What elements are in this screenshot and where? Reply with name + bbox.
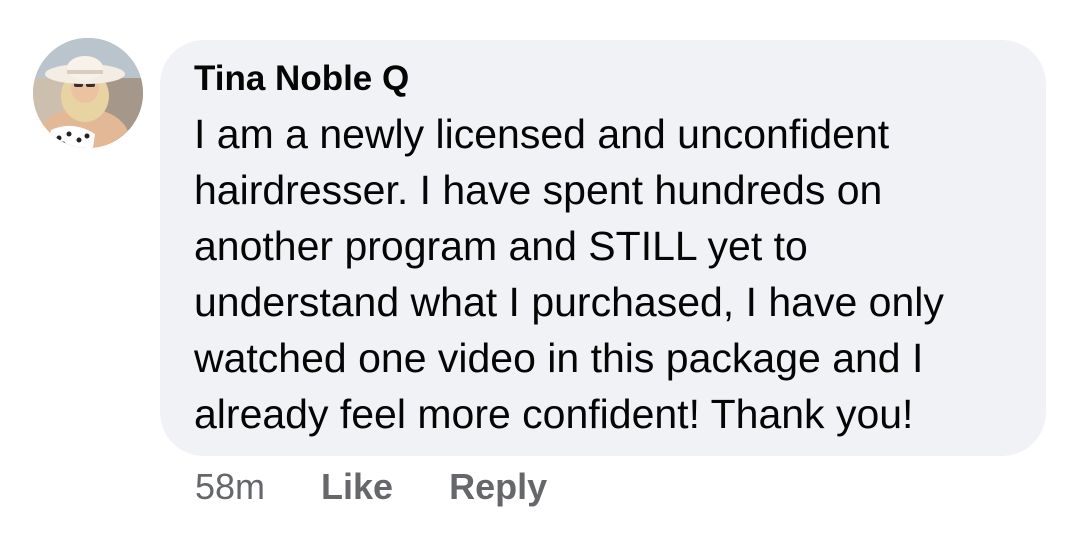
- profile-photo-icon: [33, 38, 143, 148]
- like-button[interactable]: Like: [321, 466, 393, 508]
- comment-text: I am a newly licensed and unconfident ha…: [194, 106, 1034, 442]
- comment-actions: 58m Like Reply: [195, 464, 547, 510]
- comment-text-line: another program and STILL yet to: [194, 223, 808, 269]
- author-avatar[interactable]: [33, 38, 143, 148]
- comment-author-name[interactable]: Tina Noble Q: [194, 58, 1016, 100]
- comment-timestamp[interactable]: 58m: [195, 466, 265, 508]
- comment-text-line: I am a newly licensed and unconfident: [194, 111, 890, 157]
- reply-button[interactable]: Reply: [449, 466, 547, 508]
- comment-text-line: watched one video in this package and I: [194, 335, 924, 381]
- comment-text-line: already feel more confident! Thank you!: [194, 391, 914, 437]
- comment-bubble: Tina Noble Q I am a newly licensed and u…: [160, 40, 1046, 456]
- comment-text-line: hairdresser. I have spent hundreds on: [194, 167, 883, 213]
- comment-text-line: understand what I purchased, I have only: [194, 279, 944, 325]
